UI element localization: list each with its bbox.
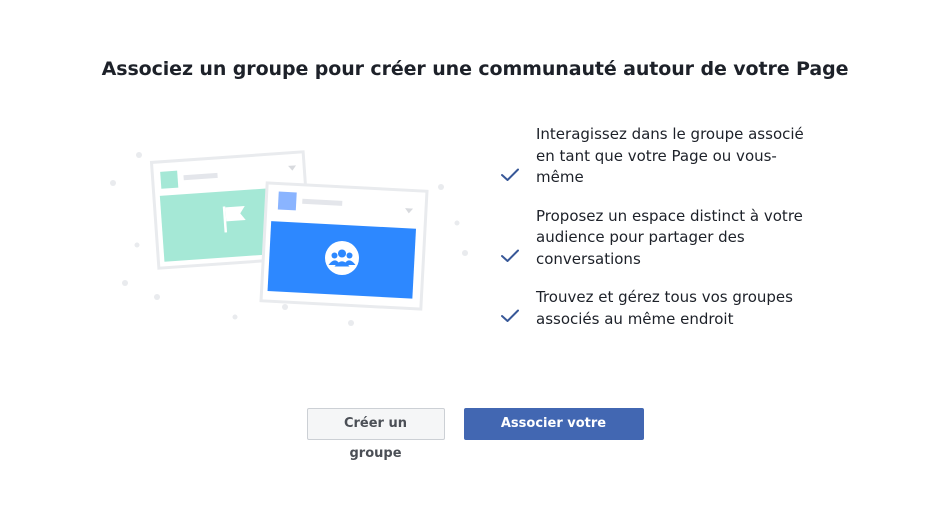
dialog-actions: Créer un groupe Associer votre groupe <box>0 408 950 461</box>
benefit-text: Proposez un espace distinct à votre audi… <box>536 206 803 268</box>
create-group-button[interactable]: Créer un groupe <box>306 408 445 461</box>
link-group-button[interactable]: Associer votre groupe <box>463 408 644 461</box>
benefit-item: Trouvez et gérez tous vos groupes associ… <box>500 287 820 330</box>
benefit-text: Trouvez et gérez tous vos groupes associ… <box>536 288 793 328</box>
group-icon <box>325 241 359 275</box>
group-card-illustration <box>259 181 429 311</box>
pages-groups-illustration <box>110 150 468 326</box>
benefits-list: Interagissez dans le groupe associé en t… <box>500 124 820 347</box>
benefit-item: Proposez un espace distinct à votre audi… <box>500 206 820 271</box>
benefit-text: Interagissez dans le groupe associé en t… <box>536 125 804 186</box>
checkmark-icon <box>501 309 519 322</box>
dialog-title: Associez un groupe pour créer une commun… <box>101 58 849 80</box>
checkmark-icon <box>501 249 519 262</box>
checkmark-icon <box>501 168 519 181</box>
benefit-item: Interagissez dans le groupe associé en t… <box>500 124 820 189</box>
